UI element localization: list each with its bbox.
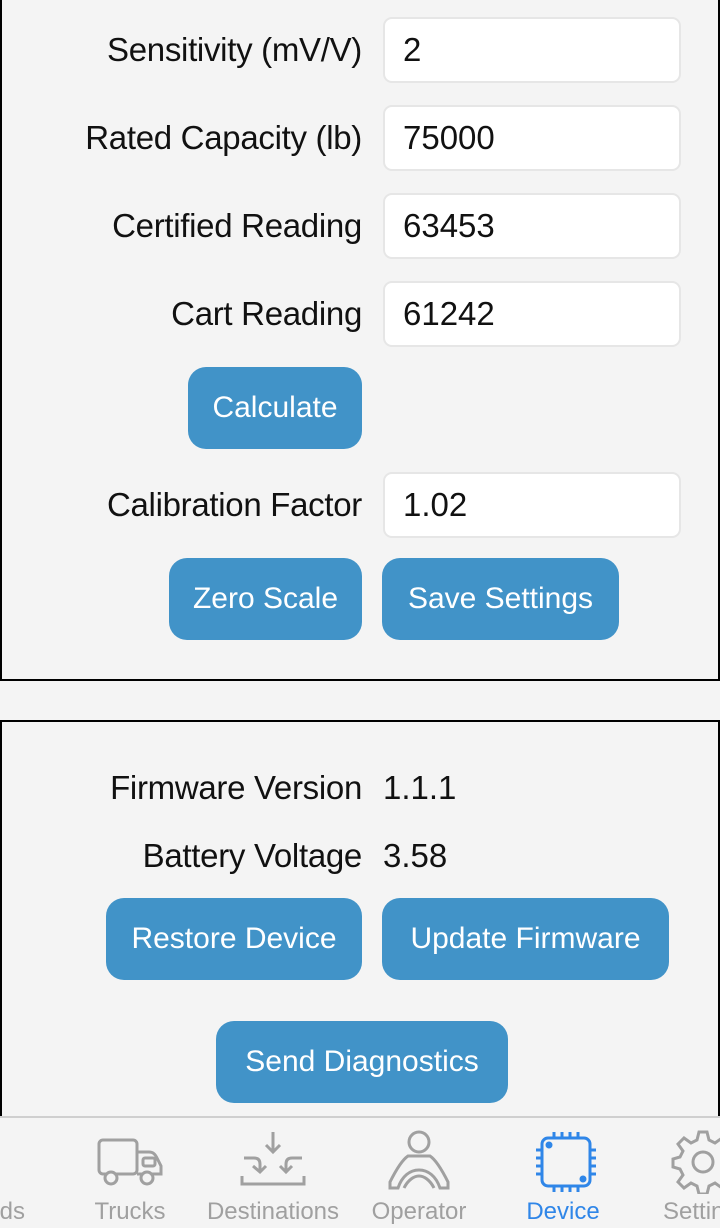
bottom-nav: ds Trucks Destinations Operator Device S… [0,1116,720,1228]
update-firmware-button[interactable]: Update Firmware [382,898,669,980]
tab-partial-left[interactable]: ds [0,1118,25,1228]
certified-reading-label: Certified Reading [112,207,362,244]
firmware-version-row: Firmware Version 1.1.1 [2,754,720,822]
cart-reading-row: Cart Reading [2,280,720,348]
firmware-version-label: Firmware Version [110,769,362,806]
tab-label: Trucks [94,1198,166,1225]
sensitivity-row: Sensitivity (mV/V) [2,16,720,84]
tab-device[interactable]: Device [488,1118,638,1228]
device-screen: Sensitivity (mV/V) Rated Capacity (lb) C… [0,0,720,1228]
tab-destinations[interactable]: Destinations [198,1118,348,1228]
restore-device-button[interactable]: Restore Device [106,898,362,980]
calibration-card: Sensitivity (mV/V) Rated Capacity (lb) C… [0,0,720,681]
tab-trucks[interactable]: Trucks [55,1118,205,1228]
rated-capacity-label: Rated Capacity (lb) [85,119,362,156]
tab-label: Operator [371,1198,467,1225]
tab-label: ds [0,1198,25,1225]
rated-capacity-row: Rated Capacity (lb) [2,104,720,172]
calibration-factor-row: Calibration Factor [2,471,720,539]
sensitivity-input[interactable] [383,17,681,83]
tab-operator[interactable]: Operator [344,1118,494,1228]
sensitivity-label: Sensitivity (mV/V) [107,31,362,68]
battery-voltage-label: Battery Voltage [142,837,363,874]
certified-reading-input[interactable] [383,193,681,259]
calculate-button[interactable]: Calculate [188,367,362,449]
send-diagnostics-button[interactable]: Send Diagnostics [216,1021,508,1103]
tab-settings-partial[interactable]: Settin [661,1118,720,1228]
device-info-card: Firmware Version 1.1.1 Battery Voltage 3… [0,720,720,1140]
cart-reading-input[interactable] [383,281,681,347]
zero-scale-button[interactable]: Zero Scale [169,558,362,640]
firmware-version-value: 1.1.1 [383,769,457,806]
tab-label: Device [526,1198,600,1225]
tab-label: Destinations [206,1198,340,1225]
rated-capacity-input[interactable] [383,105,681,171]
calibration-factor-input[interactable] [383,472,681,538]
certified-reading-row: Certified Reading [2,192,720,260]
battery-voltage-value: 3.58 [383,837,448,874]
calibration-factor-label: Calibration Factor [106,486,362,523]
save-settings-button[interactable]: Save Settings [382,558,619,640]
battery-voltage-row: Battery Voltage 3.58 [2,822,720,890]
tab-label: Settin [663,1198,720,1225]
cart-reading-label: Cart Reading [171,295,362,332]
